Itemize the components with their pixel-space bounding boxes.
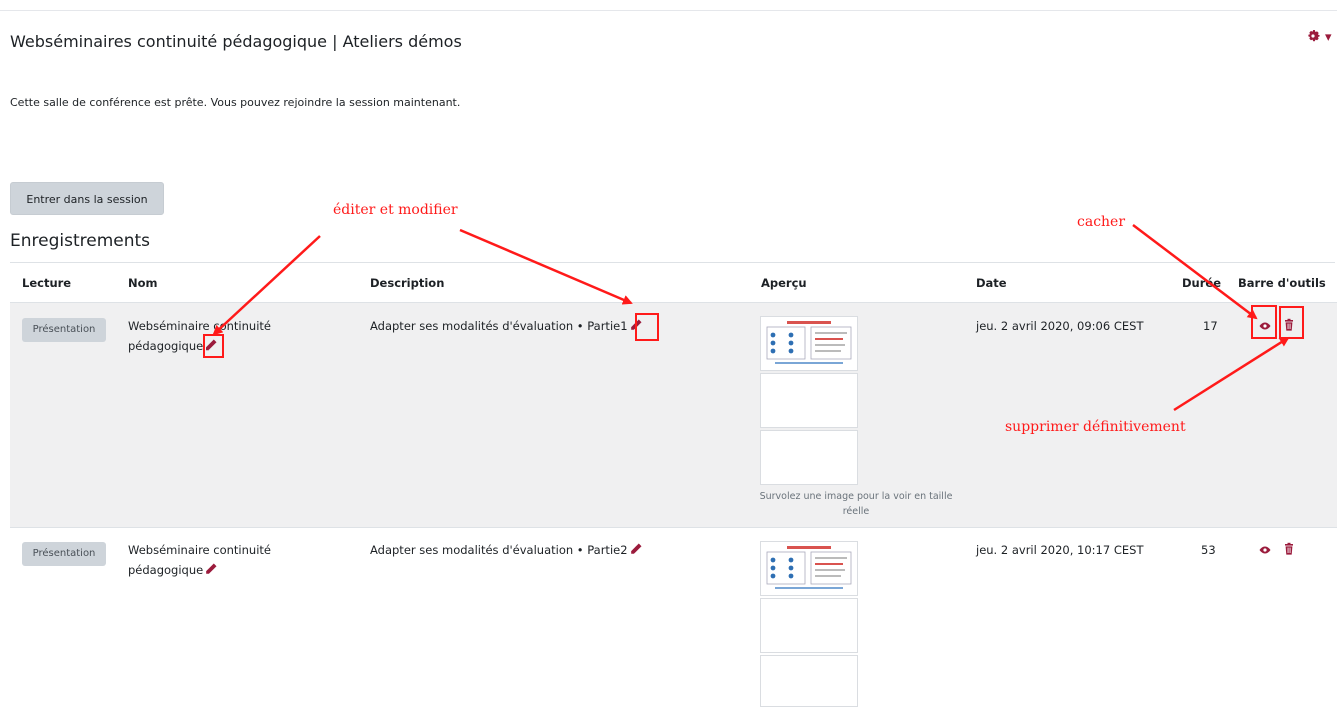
settings-menu[interactable]: ▾ <box>1305 28 1337 48</box>
presentation-button[interactable]: Présentation <box>22 542 106 566</box>
arrow-to-description-edit <box>459 228 633 305</box>
recording-name-line2: pédagogique <box>128 563 204 577</box>
recording-description-text: Adapter ses modalités d'évaluation • Par… <box>370 319 628 333</box>
annotation-edit-label: éditer et modifier <box>333 202 458 218</box>
eye-icon[interactable] <box>1258 543 1272 557</box>
preview-thumbnail[interactable] <box>760 655 858 707</box>
enter-session-button[interactable]: Entrer dans la session <box>10 182 164 215</box>
recording-duration: 53 <box>1201 543 1216 557</box>
highlight-box-name-edit <box>203 334 224 358</box>
preview-hint-line1: Survolez une image pour la voir en taill… <box>759 491 953 502</box>
preview-thumbnails <box>760 316 858 487</box>
recording-description: Adapter ses modalités d'évaluation • Par… <box>370 540 643 560</box>
table-divider <box>10 262 1335 263</box>
top-divider <box>0 10 1337 11</box>
recording-name: Webséminaire continuité pédagogique <box>128 540 271 580</box>
column-header-description: Description <box>370 276 445 290</box>
page-title: Webséminaires continuité pédagogique | A… <box>10 32 462 51</box>
column-header-date: Date <box>976 276 1007 290</box>
recordings-heading: Enregistrements <box>10 231 151 251</box>
column-header-lecture: Lecture <box>22 276 72 290</box>
preview-thumbnail[interactable] <box>760 373 858 428</box>
preview-thumbnails <box>760 541 858 707</box>
annotation-hide-label: cacher <box>1077 214 1126 230</box>
recording-description: Adapter ses modalités d'évaluation • Par… <box>370 316 643 336</box>
recording-description-text: Adapter ses modalités d'évaluation • Par… <box>370 543 628 557</box>
column-header-duree: Durée <box>1182 276 1222 290</box>
recording-name-line1: Webséminaire continuité <box>128 319 271 333</box>
preview-thumbnail[interactable] <box>760 541 858 596</box>
gear-icon[interactable] <box>1305 28 1337 44</box>
recording-name-line1: Webséminaire continuité <box>128 543 271 557</box>
preview-thumbnail[interactable] <box>760 430 858 485</box>
chevron-down-icon[interactable]: ▾ <box>1325 30 1332 45</box>
presentation-button[interactable]: Présentation <box>22 318 106 342</box>
preview-thumbnail[interactable] <box>760 598 858 653</box>
recording-name-line2: pédagogique <box>128 339 204 353</box>
annotation-delete-label: supprimer définitivement <box>1005 419 1186 435</box>
preview-thumbnail[interactable] <box>760 316 858 371</box>
pencil-icon[interactable] <box>204 562 218 576</box>
column-header-apercu: Aperçu <box>761 276 807 290</box>
highlight-box-hide <box>1251 305 1277 339</box>
session-status-message: Cette salle de conférence est prête. Vou… <box>10 96 461 109</box>
row-divider <box>10 527 1337 528</box>
pencil-icon[interactable] <box>629 542 643 556</box>
recording-date: jeu. 2 avril 2020, 10:17 CEST <box>976 543 1144 557</box>
recording-name: Webséminaire continuité pédagogique <box>128 316 271 356</box>
recording-duration: 17 <box>1203 319 1218 333</box>
highlight-box-delete <box>1279 306 1304 339</box>
trash-icon[interactable] <box>1282 542 1296 556</box>
preview-hint-line2: réelle <box>842 506 870 517</box>
preview-hint: Survolez une image pour la voir en taill… <box>756 489 956 519</box>
highlight-box-description-edit <box>635 313 659 341</box>
column-header-nom: Nom <box>128 276 158 290</box>
recording-date: jeu. 2 avril 2020, 09:06 CEST <box>976 319 1144 333</box>
column-header-barre-outils: Barre d'outils <box>1238 276 1326 290</box>
